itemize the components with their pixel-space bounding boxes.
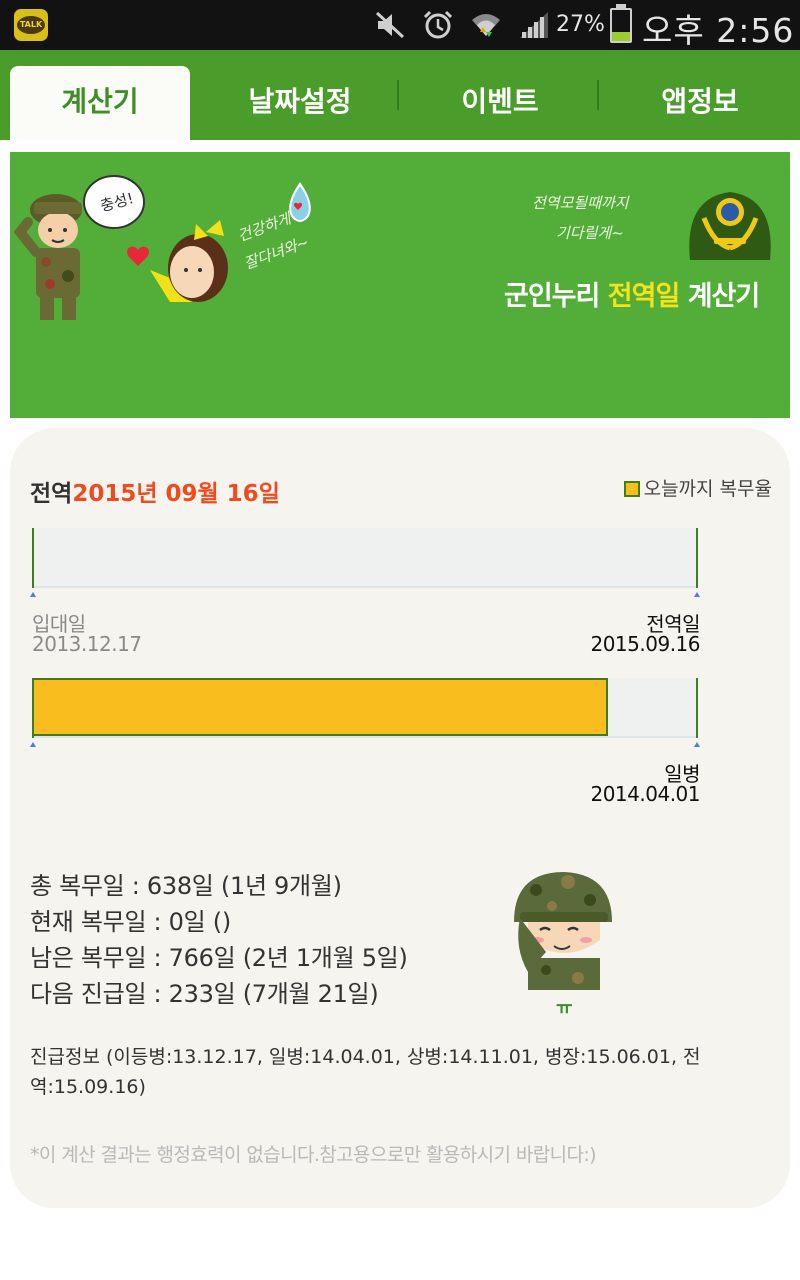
rank-progress-fill bbox=[32, 678, 609, 736]
discharge-date-heading: 전역2015년 09월 16일 bbox=[30, 481, 280, 507]
alarm-icon bbox=[423, 10, 453, 39]
status-time: 오후 2:56 bbox=[642, 11, 795, 50]
tab-calculator[interactable]: 계산기 bbox=[10, 66, 190, 140]
bar-tick bbox=[694, 592, 700, 597]
tab-divider bbox=[597, 80, 599, 110]
next-promotion-days: 다음 진급일 : 233일 (7개월 21일) bbox=[30, 980, 379, 1008]
soldier-illustration bbox=[13, 194, 82, 320]
battery-percent: 27% bbox=[556, 12, 605, 37]
enlistment-date: 2013.12.17 bbox=[32, 632, 142, 656]
tab-bar: 계산기 날짜설정 이벤트 앱정보 bbox=[0, 50, 800, 140]
status-bar: TALK 27% 오후 2:56 bbox=[0, 0, 800, 50]
calculator-card: 전역2015년 09월 16일 오늘까지 복무율 입대일 2013.12.17 … bbox=[10, 428, 790, 1208]
battery-level bbox=[612, 32, 630, 41]
signal-icon bbox=[520, 12, 548, 38]
next-rank-date: 2014.04.01 bbox=[590, 782, 700, 806]
soldier-character-icon bbox=[514, 872, 612, 990]
banner-title: 군인누리 전역일 계산기 bbox=[504, 281, 760, 312]
girl-illustration bbox=[150, 220, 228, 302]
bar-tick bbox=[30, 592, 36, 597]
bar-start-marker bbox=[32, 678, 34, 738]
current-service-days: 현재 복무일 : 0일 () bbox=[30, 908, 231, 936]
bar-end-marker bbox=[696, 528, 698, 588]
tab-date-settings[interactable]: 날짜설정 bbox=[210, 66, 390, 140]
mute-icon bbox=[375, 11, 405, 39]
total-service-days: 총 복무일 : 638일 (1년 9개월) bbox=[30, 872, 342, 900]
soldier-caption: ㅠ bbox=[556, 998, 573, 1019]
discharge-date: 2015년 09월 16일 bbox=[72, 481, 280, 507]
disclaimer: *이 계산 결과는 행정효력이 없습니다.참고용으로만 활용하시기 바랍니다:) bbox=[30, 1144, 597, 1166]
tab-divider bbox=[397, 80, 399, 110]
bar-tick bbox=[30, 742, 36, 747]
service-progress-bar bbox=[32, 528, 698, 588]
bar-tick bbox=[694, 742, 700, 747]
app-banner: 충성! 건강하게 잘다녀와~ 전역모될때까지 기다릴게~ 군인누리 전역일 계산… bbox=[10, 152, 790, 418]
bar-end-marker bbox=[696, 678, 698, 738]
tab-events[interactable]: 이벤트 bbox=[410, 66, 590, 140]
handwriting-message-3: 전역모될때까지 bbox=[532, 194, 630, 212]
heart-icon bbox=[127, 246, 149, 266]
legend: 오늘까지 복무율 bbox=[623, 474, 772, 501]
bar-start-marker bbox=[32, 528, 34, 588]
drop-icon bbox=[289, 182, 311, 222]
service-stats: 총 복무일 : 638일 (1년 9개월) 현재 복무일 : 0일 () 남은 … bbox=[30, 868, 408, 1012]
rank-progress-bar bbox=[32, 678, 698, 738]
tab-app-info[interactable]: 앱정보 bbox=[610, 66, 790, 140]
remaining-service-days: 남은 복무일 : 766일 (2년 1개월 5일) bbox=[30, 944, 408, 972]
discharge-date-value: 2015.09.16 bbox=[590, 632, 700, 656]
wifi-icon bbox=[472, 14, 500, 37]
promotion-info: 진급정보 (이등병:13.12.17, 일병:14.04.01, 상병:14.1… bbox=[30, 1046, 701, 1098]
handwriting-message-4: 기다릴게~ bbox=[556, 224, 624, 242]
kakaotalk-icon: TALK bbox=[14, 9, 48, 41]
legend-swatch bbox=[623, 481, 640, 497]
army-emblem-icon bbox=[689, 192, 771, 260]
